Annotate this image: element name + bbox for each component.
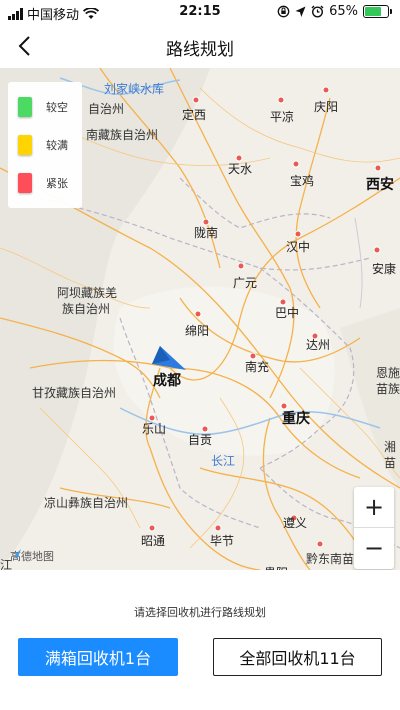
battery-percent: 65% bbox=[329, 4, 358, 19]
map-label: 成都 bbox=[153, 373, 181, 389]
map-label: 湘 bbox=[384, 440, 397, 454]
map-label: 巴中 bbox=[275, 306, 300, 320]
status-bar: 中国移动 22:15 65% bbox=[0, 0, 400, 26]
map-label: 自贡 bbox=[188, 433, 213, 447]
legend-item: 紧张 bbox=[8, 164, 82, 202]
map-label: 西安 bbox=[366, 177, 394, 193]
map-label: 甘孜藏族自治州 bbox=[32, 386, 117, 400]
zoom-control: + − bbox=[354, 487, 394, 569]
location-icon bbox=[295, 6, 306, 17]
map-label: 凉山彝族自治州 bbox=[44, 496, 129, 510]
map-label: 达州 bbox=[306, 338, 331, 352]
map-label: 黔东南苗 bbox=[306, 552, 355, 566]
legend-swatch-free bbox=[18, 97, 32, 117]
map-label: 汉中 bbox=[286, 240, 311, 254]
map-label: 遵义 bbox=[283, 516, 308, 530]
page-title: 路线规划 bbox=[166, 40, 234, 60]
map-label: 天水 bbox=[228, 162, 253, 176]
legend-label: 较空 bbox=[46, 101, 68, 114]
legend-item: 较空 bbox=[8, 88, 82, 126]
congestion-legend: 较空 较满 紧张 bbox=[8, 82, 82, 208]
map-label: 恩施 bbox=[376, 366, 400, 380]
instruction-text: 请选择回收机进行路线规划 bbox=[134, 606, 266, 619]
full-recyclers-button[interactable]: 满箱回收机1台 bbox=[18, 638, 178, 676]
map-label: 乐山 bbox=[142, 422, 167, 436]
map-label: 绵阳 bbox=[185, 324, 210, 338]
map-label: 阿坝藏族羌 bbox=[57, 286, 118, 300]
legend-swatch-full bbox=[18, 135, 32, 155]
legend-label: 较满 bbox=[46, 139, 68, 152]
all-recyclers-button[interactable]: 全部回收机11台 bbox=[213, 638, 382, 676]
map-label: 宝鸡 bbox=[290, 174, 315, 188]
map-view[interactable]: 刘家峡水库 自治州 南藏族自治州 定西 平凉 庆阳 天水 宝鸡 西安 陇南 汉中… bbox=[0, 68, 400, 570]
map-label: 广元 bbox=[233, 276, 258, 290]
rotation-lock-icon bbox=[277, 5, 290, 18]
map-label: 陇南 bbox=[194, 226, 219, 240]
map-label: 平凉 bbox=[270, 110, 295, 124]
map-label: 贵阳 bbox=[264, 564, 288, 570]
zoom-out-button[interactable]: − bbox=[354, 528, 394, 568]
map-label: 南藏族自治州 bbox=[86, 128, 159, 142]
map-label: 庆阳 bbox=[314, 100, 339, 114]
legend-item: 较满 bbox=[8, 126, 82, 164]
map-label: 毕节 bbox=[210, 534, 235, 548]
legend-swatch-tight bbox=[18, 173, 32, 193]
map-label: 南充 bbox=[245, 360, 270, 374]
map-label: 苗 bbox=[384, 456, 397, 470]
map-label: 刘家峡水库 bbox=[104, 82, 165, 96]
map-label: 苗族 bbox=[376, 382, 400, 396]
battery-icon bbox=[363, 5, 392, 18]
map-label: 族自治州 bbox=[62, 302, 111, 316]
alarm-icon bbox=[311, 5, 324, 18]
legend-label: 紧张 bbox=[46, 177, 68, 190]
map-label: 重庆 bbox=[282, 411, 310, 427]
map-label: 昭通 bbox=[141, 534, 166, 548]
map-logo: 高德地图 bbox=[10, 548, 54, 564]
map-label: 定西 bbox=[182, 108, 207, 122]
map-label: 长江 bbox=[211, 454, 236, 468]
zoom-in-button[interactable]: + bbox=[354, 487, 394, 527]
map-label: 自治州 bbox=[88, 102, 125, 116]
nav-bar: 路线规划 bbox=[0, 26, 400, 66]
map-label: 安康 bbox=[372, 262, 397, 276]
status-right: 65% bbox=[277, 4, 392, 19]
amap-logo-icon bbox=[11, 549, 21, 559]
